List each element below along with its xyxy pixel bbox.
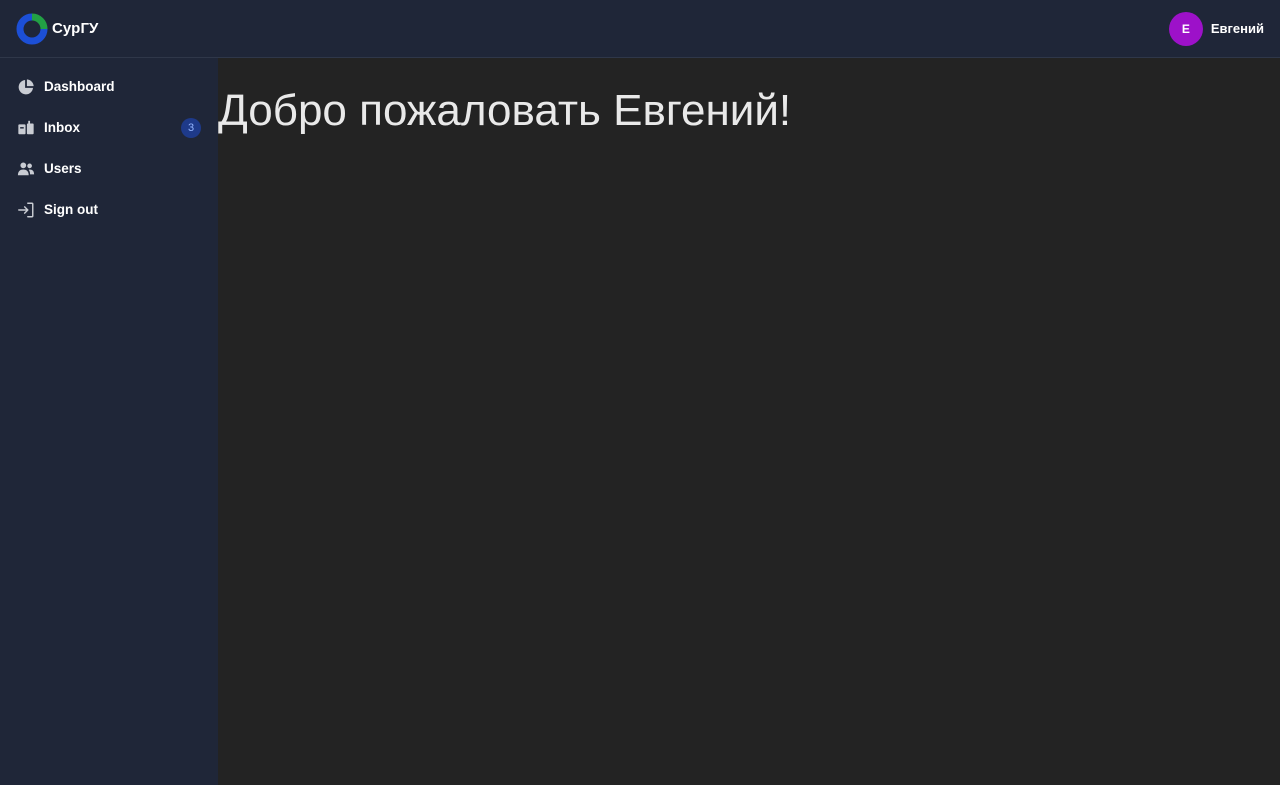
page-title: Добро пожаловать Евгений! <box>218 86 792 135</box>
chart-pie-icon <box>16 77 36 97</box>
sidebar: Dashboard Inbox 3 Users Sign out <box>0 58 218 785</box>
inbox-icon <box>16 118 36 138</box>
sidebar-item-dashboard[interactable]: Dashboard <box>0 70 218 103</box>
users-icon <box>16 159 36 179</box>
sidebar-item-sign-out[interactable]: Sign out <box>0 193 218 226</box>
brand-name: СурГУ <box>52 20 99 37</box>
sidebar-item-label: Dashboard <box>44 79 115 94</box>
surgu-logo-icon <box>16 13 48 44</box>
top-navbar: СурГУ E Евгений <box>0 0 1280 58</box>
brand-home-link[interactable]: СурГУ <box>16 9 98 49</box>
inbox-count-badge: 3 <box>181 117 201 138</box>
sidebar-item-label: Inbox <box>44 120 80 135</box>
sidebar-item-label: Users <box>44 161 82 176</box>
user-menu[interactable]: E Евгений <box>1168 11 1264 46</box>
user-name[interactable]: Евгений <box>1211 21 1264 36</box>
main-content: Добро пожаловать Евгений! <box>218 58 1280 785</box>
sidebar-item-label: Sign out <box>44 202 98 217</box>
sidebar-item-inbox[interactable]: Inbox 3 <box>0 111 218 144</box>
sidebar-item-users[interactable]: Users <box>0 152 218 185</box>
avatar[interactable]: E <box>1168 11 1203 46</box>
sign-out-icon <box>16 200 36 220</box>
